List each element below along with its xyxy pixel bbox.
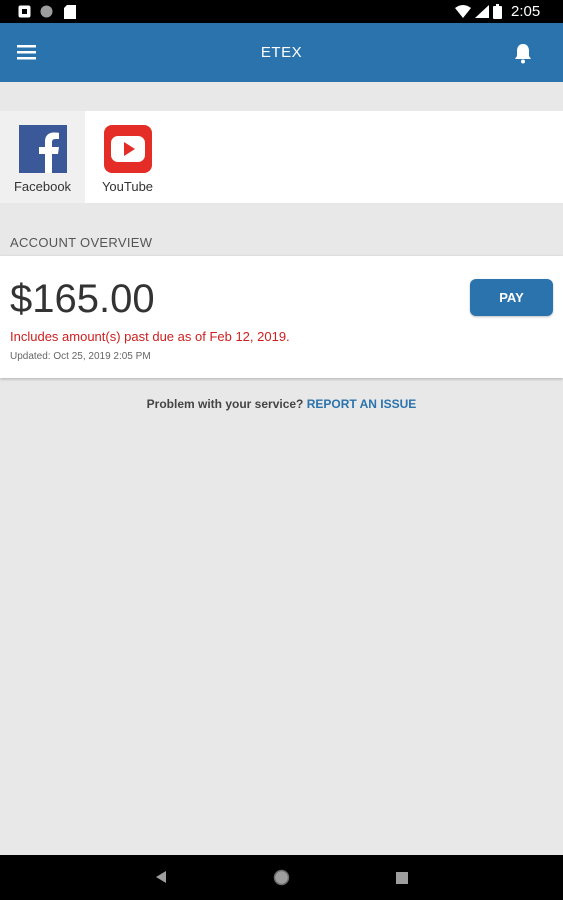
- status-bar: 2:05: [0, 0, 563, 23]
- social-label-facebook: Facebook: [13, 179, 72, 194]
- pay-button[interactable]: PAY: [470, 279, 553, 316]
- battery-icon: [493, 4, 502, 19]
- updated-timestamp: Updated: Oct 25, 2019 2:05 PM: [10, 351, 151, 362]
- notifications-button[interactable]: [510, 41, 536, 67]
- back-icon[interactable]: [154, 870, 168, 884]
- report-issue-link[interactable]: REPORT AN ISSUE: [307, 397, 417, 411]
- account-balance: $165.00: [10, 277, 155, 321]
- social-item-facebook[interactable]: Facebook: [0, 111, 85, 203]
- report-prefix-text: Problem with your service?: [146, 397, 304, 411]
- account-card: $165.00 Includes amount(s) past due as o…: [0, 256, 563, 378]
- recent-apps-icon[interactable]: [396, 872, 408, 884]
- section-title-account-overview: ACCOUNT OVERVIEW: [10, 235, 153, 250]
- past-due-notice: Includes amount(s) past due as of Feb 12…: [10, 329, 290, 344]
- status-right-icons: 2:05: [453, 0, 563, 23]
- circle-icon: [40, 5, 53, 18]
- social-links-bar: Facebook YouTube: [0, 111, 563, 203]
- social-item-youtube[interactable]: YouTube: [85, 111, 170, 203]
- notification-icon: [18, 5, 31, 18]
- navigation-bar: [0, 855, 563, 900]
- sd-card-icon: [64, 5, 76, 19]
- social-label-youtube: YouTube: [101, 179, 154, 194]
- report-issue-line: Problem with your service? REPORT AN ISS…: [0, 397, 563, 411]
- wifi-icon: [455, 5, 471, 18]
- status-time: 2:05: [511, 3, 541, 20]
- youtube-icon: [104, 125, 152, 173]
- home-icon[interactable]: [273, 869, 290, 886]
- facebook-icon: [19, 125, 67, 173]
- app-title: ETEX: [260, 44, 303, 61]
- signal-icon: [475, 5, 489, 18]
- bell-icon: [515, 44, 531, 64]
- app-bar: ETEX: [0, 23, 563, 82]
